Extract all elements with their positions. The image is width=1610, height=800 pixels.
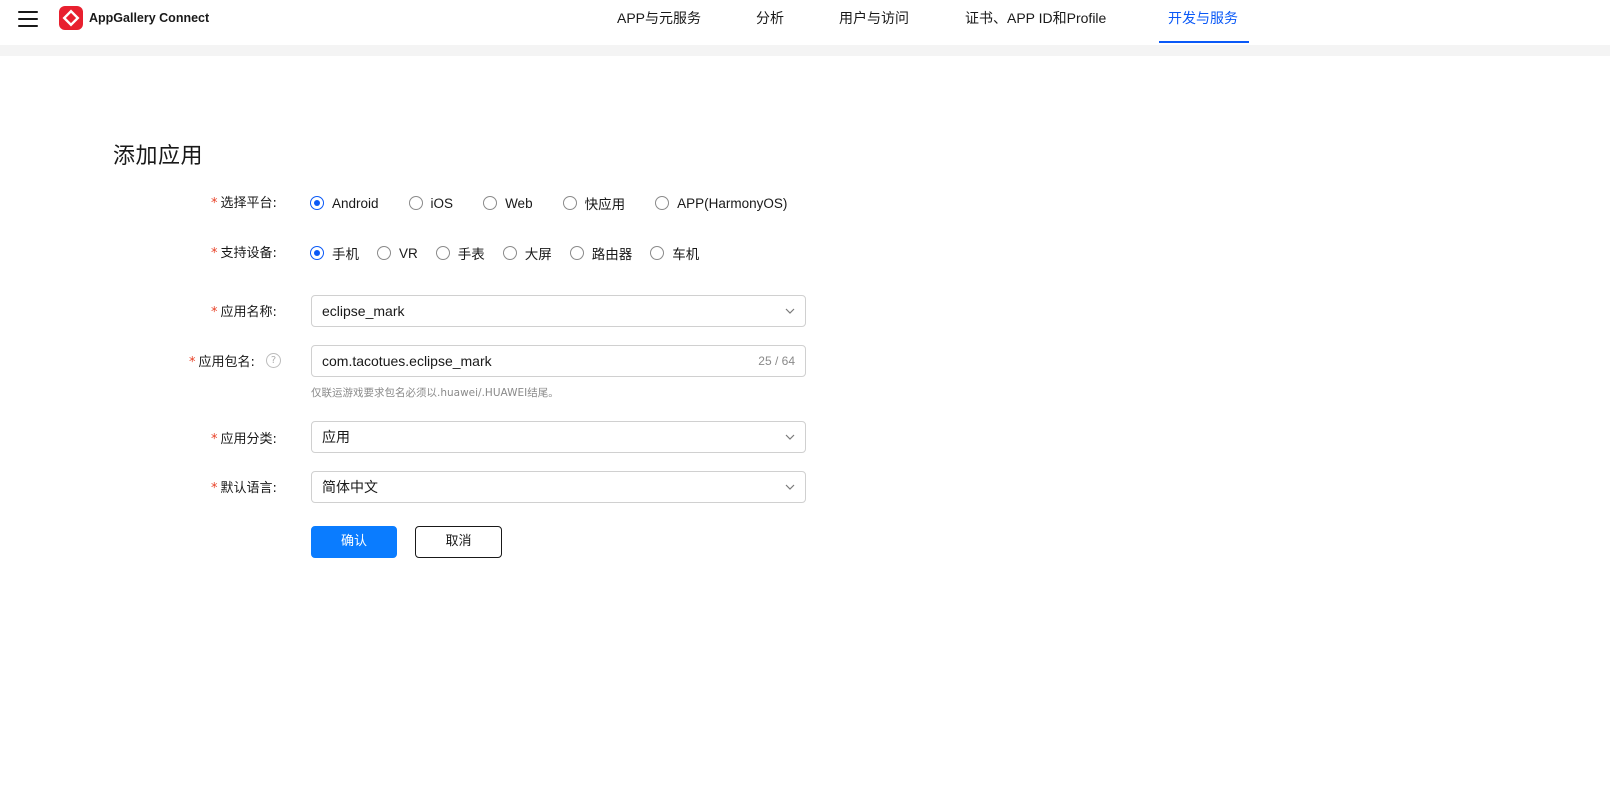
radio-checked-icon	[310, 196, 324, 210]
cancel-button[interactable]: 取消	[415, 526, 502, 558]
device-label-text: 支持设备:	[220, 246, 277, 261]
package-name-value: com.tacotues.eclipse_mark	[322, 353, 492, 369]
required-mark: *	[211, 305, 218, 320]
radio-web[interactable]: Web	[483, 196, 533, 211]
radio-label: 手表	[457, 247, 485, 262]
nav-analytics[interactable]: 分析	[756, 0, 784, 45]
radio-car[interactable]: 车机	[650, 243, 699, 263]
chevron-down-icon	[785, 308, 795, 314]
radio-unchecked-icon	[650, 246, 665, 260]
category-label: * 应用分类:	[211, 428, 277, 447]
radio-unchecked-icon	[655, 196, 670, 210]
radio-label: 手机	[332, 247, 359, 262]
device-radio-group: 手机 VR 手表 大屏 路由器 车机	[310, 243, 699, 263]
appgallery-logo[interactable]: AppGallery Connect	[59, 6, 209, 30]
top-bar: AppGallery Connect APP与元服务 分析 用户与访问 证书、A…	[0, 0, 1610, 45]
app-name-label-text: 应用名称:	[220, 305, 277, 320]
package-name-label: * 应用包名:	[189, 351, 255, 370]
app-name-select[interactable]: eclipse_mark	[311, 295, 806, 327]
radio-router[interactable]: 路由器	[569, 243, 633, 263]
radio-phone[interactable]: 手机	[310, 243, 359, 263]
radio-quickapp[interactable]: 快应用	[562, 193, 626, 213]
language-label: * 默认语言:	[211, 477, 277, 496]
radio-label: Android	[332, 195, 379, 211]
radio-label: 路由器	[591, 247, 633, 262]
radio-label: 快应用	[584, 197, 626, 212]
language-select[interactable]: 简体中文	[311, 471, 806, 503]
required-mark: *	[189, 355, 196, 370]
device-label: * 支持设备:	[211, 242, 277, 261]
page-title: 添加应用	[113, 144, 204, 169]
radio-label: Web	[505, 195, 533, 211]
nav-certificates[interactable]: 证书、APP ID和Profile	[965, 0, 1106, 45]
required-mark: *	[211, 432, 218, 447]
platform-label: * 选择平台:	[211, 192, 277, 211]
platform-radio-group: Android iOS Web 快应用 APP(HarmonyOS)	[310, 193, 787, 213]
radio-large-screen[interactable]: 大屏	[502, 243, 552, 263]
radio-vr[interactable]: VR	[377, 246, 418, 261]
confirm-button[interactable]: 确认	[311, 526, 397, 558]
radio-watch[interactable]: 手表	[435, 243, 485, 263]
platform-label-text: 选择平台:	[220, 196, 277, 211]
chevron-down-icon	[785, 434, 795, 440]
app-name-value: eclipse_mark	[322, 303, 405, 319]
char-counter: 25 / 64	[758, 354, 795, 368]
help-icon[interactable]: ?	[266, 353, 281, 368]
category-label-text: 应用分类:	[220, 432, 277, 447]
radio-unchecked-icon	[435, 246, 450, 260]
nav-app-services[interactable]: APP与元服务	[617, 0, 701, 45]
radio-unchecked-icon	[408, 196, 423, 210]
radio-checked-icon	[310, 246, 324, 260]
radio-ios[interactable]: iOS	[408, 195, 454, 211]
radio-unchecked-icon	[377, 246, 391, 260]
nav-users-access[interactable]: 用户与访问	[839, 0, 909, 45]
radio-label: 大屏	[524, 247, 552, 262]
app-name-label: * 应用名称:	[211, 301, 277, 320]
language-label-text: 默认语言:	[220, 481, 277, 496]
nav-active-indicator	[1159, 41, 1249, 43]
required-mark: *	[211, 246, 218, 261]
radio-unchecked-icon	[502, 246, 517, 260]
package-name-hint: 仅联运游戏要求包名必须以.huawei/.HUAWEI结尾。	[311, 387, 559, 399]
package-name-label-text: 应用包名:	[198, 355, 255, 370]
required-mark: *	[211, 481, 218, 496]
category-select[interactable]: 应用	[311, 421, 806, 453]
radio-label: iOS	[430, 195, 454, 211]
radio-harmonyos[interactable]: APP(HarmonyOS)	[655, 196, 787, 211]
radio-label: VR	[399, 245, 418, 261]
radio-unchecked-icon	[562, 196, 577, 210]
nav-dev-services[interactable]: 开发与服务	[1168, 0, 1238, 45]
radio-unchecked-icon	[569, 246, 584, 260]
header-divider	[0, 45, 1610, 56]
radio-label: APP(HarmonyOS)	[677, 195, 788, 211]
chevron-down-icon	[785, 484, 795, 490]
appgallery-logo-icon	[59, 6, 83, 30]
category-value: 应用	[322, 429, 350, 445]
menu-icon[interactable]	[18, 10, 38, 27]
language-value: 简体中文	[322, 479, 378, 495]
radio-unchecked-icon	[483, 196, 498, 210]
radio-android[interactable]: Android	[310, 196, 379, 211]
logo-text: AppGallery Connect	[89, 11, 210, 25]
package-name-input[interactable]: com.tacotues.eclipse_mark 25 / 64	[311, 345, 806, 377]
required-mark: *	[211, 196, 218, 211]
radio-label: 车机	[672, 247, 700, 262]
